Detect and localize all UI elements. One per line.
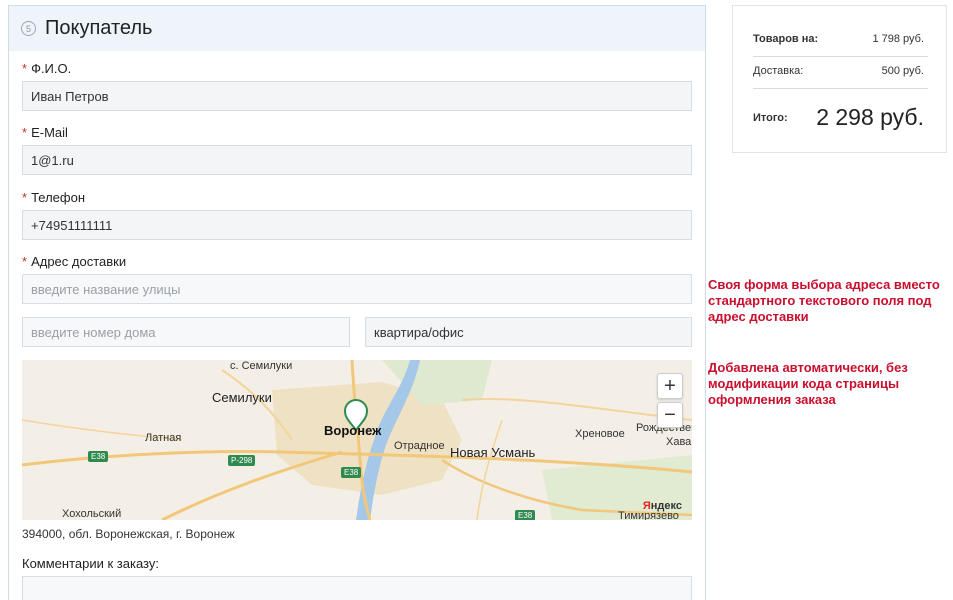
road-badge-e38: E38 (88, 451, 109, 462)
map-label-otradnoe: Отрадное (394, 440, 445, 452)
required-mark: * (22, 254, 28, 269)
map-label-semiluki-village: с. Семилуки (230, 360, 293, 372)
delivery-value: 500 руб. (881, 65, 924, 77)
comments-textarea[interactable] (22, 576, 692, 600)
phone-label: * Телефон (22, 190, 85, 205)
total-row: Итого: 2 298 руб. (753, 104, 924, 131)
annotation-custom-form: Своя форма выбора адреса вместо стандарт… (708, 277, 940, 324)
house-input[interactable]: введите номер дома (22, 317, 350, 347)
name-label-text: Ф.И.О. (31, 61, 72, 76)
address-label: * Адрес доставки (22, 254, 126, 269)
street-input[interactable]: введите название улицы (22, 274, 692, 304)
email-label-text: E-Mail (31, 125, 68, 140)
map-label-voronezh: Воронеж (324, 423, 382, 438)
step-number-badge: 5 (21, 21, 36, 36)
yandex-logo[interactable]: Яндекс (643, 500, 682, 512)
road-badge-e38: E38 (515, 510, 536, 520)
email-input[interactable]: 1@1.ru (22, 145, 692, 175)
comments-label: Комментарии к заказу: (22, 556, 159, 571)
zoom-in-button[interactable]: + (657, 373, 683, 399)
address-result: 394000, обл. Воронежская, г. Воронеж (22, 527, 235, 541)
map-label-khokholsky: Хохольский (62, 508, 122, 520)
map-label-semiluki: Семилуки (212, 390, 272, 405)
delivery-map[interactable]: с. Семилуки Семилуки Латная Воронеж Отра… (22, 360, 692, 520)
yandex-logo-y: Я (642, 500, 651, 512)
road (476, 419, 503, 520)
map-label-khava: Хава (666, 436, 692, 448)
email-label: * E-Mail (22, 125, 68, 140)
annotation-auto-added: Добавлена автоматически, без модификации… (708, 360, 908, 407)
panel-title: Покупатель (45, 17, 153, 39)
required-mark: * (22, 61, 28, 76)
required-mark: * (22, 125, 28, 140)
delivery-row: Доставка: 500 руб. (753, 65, 924, 77)
map-label-latnaya: Латная (145, 432, 182, 444)
yandex-logo-text: ндекс (650, 500, 682, 512)
map-canvas (22, 360, 692, 520)
summary-divider (753, 88, 928, 89)
goods-value: 1 798 руб. (872, 33, 924, 45)
total-label: Итого: (753, 111, 788, 124)
delivery-label: Доставка: (753, 65, 804, 77)
required-mark: * (22, 190, 28, 205)
apartment-input[interactable]: квартира/офис (365, 317, 692, 347)
name-input[interactable]: Иван Петров (22, 81, 692, 111)
phone-input[interactable]: +74951111111 (22, 210, 692, 240)
buyer-panel: 5 Покупатель * Ф.И.О. Иван Петров * E-Mail… (8, 5, 706, 600)
road-badge-e38: E38 (341, 467, 362, 478)
order-summary: Товаров на: 1 798 руб. Доставка: 500 руб… (732, 5, 947, 153)
goods-row: Товаров на: 1 798 руб. (753, 33, 924, 45)
goods-label: Товаров на: (753, 33, 819, 45)
map-label-novaya-usman: Новая Усмань (450, 445, 536, 460)
phone-label-text: Телефон (31, 190, 85, 205)
name-label: * Ф.И.О. (22, 61, 71, 76)
summary-divider (753, 56, 928, 57)
address-label-text: Адрес доставки (31, 254, 127, 269)
panel-header: 5 Покупатель (9, 6, 705, 51)
map-label-khrenovoe: Хреновое (575, 428, 625, 440)
zoom-out-button[interactable]: − (657, 402, 683, 428)
road-badge-p298: P-298 (228, 455, 256, 466)
total-value: 2 298 руб. (816, 104, 924, 130)
